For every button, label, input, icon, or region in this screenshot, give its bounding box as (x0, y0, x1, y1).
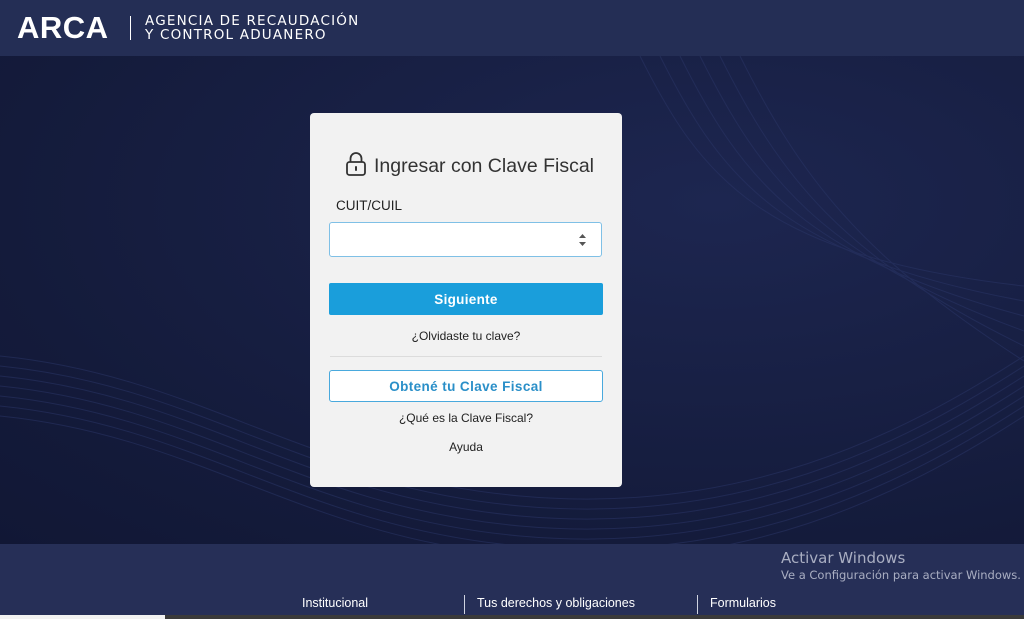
agency-name-line2: Y CONTROL ADUANERO (145, 27, 327, 43)
next-button[interactable]: Siguiente (329, 283, 603, 315)
activate-windows-title: Activar Windows (781, 549, 906, 567)
what-is-clave-fiscal-link[interactable]: ¿Qué es la Clave Fiscal? (310, 411, 622, 425)
footer-separator (697, 595, 698, 614)
arca-logo[interactable]: ARCA (17, 10, 109, 46)
footer-link-derechos[interactable]: Tus derechos y obligaciones (477, 596, 635, 611)
footer-link-institucional[interactable]: Institucional (302, 596, 368, 611)
logo-divider (130, 16, 131, 40)
bottom-strip-highlight (0, 615, 165, 619)
top-header: ARCA AGENCIA DE RECAUDACIÓN Y CONTROL AD… (0, 0, 1024, 56)
footer-link-formularios[interactable]: Formularios (710, 596, 776, 611)
number-spinner-icon[interactable] (577, 232, 588, 248)
cuit-input[interactable] (329, 222, 602, 257)
card-divider (330, 356, 602, 357)
footer-separator (464, 595, 465, 614)
help-link[interactable]: Ayuda (310, 440, 622, 454)
cuit-label: CUIT/CUIL (336, 198, 403, 213)
get-clave-fiscal-button[interactable]: Obtené tu Clave Fiscal (329, 370, 603, 402)
lock-icon (346, 152, 366, 176)
agency-name: AGENCIA DE RECAUDACIÓN Y CONTROL ADUANER… (145, 14, 359, 42)
agency-name-line1: AGENCIA DE RECAUDACIÓN (145, 13, 360, 29)
activate-windows-subtitle: Ve a Configuración para activar Windows. (781, 568, 1021, 582)
login-title: Ingresar con Clave Fiscal (374, 155, 595, 177)
forgot-password-link[interactable]: ¿Olvidaste tu clave? (310, 329, 622, 343)
